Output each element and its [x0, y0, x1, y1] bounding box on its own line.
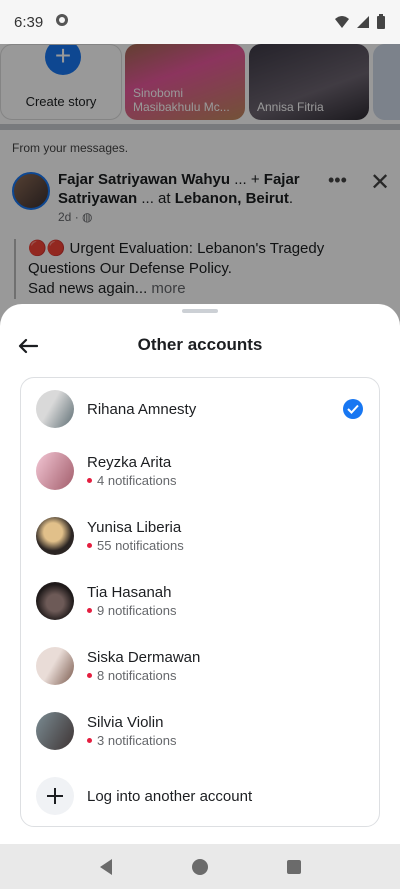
account-name: Rihana Amnesty [87, 400, 197, 418]
notification-text: 8 notifications [97, 667, 177, 683]
account-item[interactable]: Reyzka Arita 4 notifications [21, 443, 379, 499]
status-bar: 6:39 [0, 0, 400, 44]
accounts-list: Rihana Amnesty Reyzka Arita 4 notificati… [20, 377, 380, 827]
account-name: Siska Dermawan [87, 648, 201, 666]
nav-recents-icon[interactable] [286, 859, 302, 875]
notification-text: 55 notifications [97, 537, 184, 553]
nav-back-icon[interactable] [98, 858, 114, 876]
notification-text: 4 notifications [97, 472, 177, 488]
notification-count: 4 notifications [87, 472, 177, 490]
account-name: Yunisa Liberia [87, 518, 182, 536]
avatar [36, 582, 74, 620]
status-time: 6:39 [14, 13, 44, 31]
avatar [36, 452, 74, 490]
battery-icon [377, 14, 385, 29]
notification-count: 9 notifications [87, 602, 177, 620]
notification-text: 9 notifications [97, 602, 177, 618]
account-item[interactable]: Silvia Violin 3 notifications [21, 703, 379, 759]
notification-dot [87, 673, 92, 678]
plus-icon [36, 777, 74, 815]
account-name: Reyzka Arita [87, 453, 172, 471]
system-nav-bar [0, 844, 400, 889]
notification-dot [87, 543, 92, 548]
other-accounts-sheet: Other accounts Rihana Amnesty Reyzka Ari… [0, 304, 400, 844]
account-item[interactable]: Siska Dermawan 8 notifications [21, 638, 379, 694]
add-account-label: Log into another account [87, 787, 253, 805]
notification-text: 3 notifications [97, 732, 177, 748]
notification-dot [87, 478, 92, 483]
notification-dot [87, 608, 92, 613]
notification-count: 3 notifications [87, 732, 177, 750]
account-name: Silvia Violin [87, 713, 164, 731]
nav-home-icon[interactable] [191, 858, 209, 876]
account-item[interactable]: Tia Hasanah 9 notifications [21, 573, 379, 629]
sheet-title: Other accounts [137, 335, 263, 354]
notification-count: 8 notifications [87, 667, 200, 685]
avatar [36, 712, 74, 750]
add-account-button[interactable]: Log into another account [21, 768, 379, 824]
avatar [36, 390, 74, 428]
account-item[interactable]: Yunisa Liberia 55 notifications [21, 508, 379, 564]
status-icons [334, 14, 386, 30]
checkmark-icon [343, 399, 363, 419]
avatar [36, 647, 74, 685]
avatar [36, 517, 74, 555]
notification-dot [87, 738, 92, 743]
signal-icon [357, 16, 369, 28]
messenger-status-icon [55, 13, 69, 31]
drag-handle[interactable] [182, 309, 218, 313]
notification-count: 55 notifications [87, 537, 184, 555]
account-name: Tia Hasanah [87, 583, 172, 601]
wifi-icon [335, 16, 349, 28]
account-item[interactable]: Rihana Amnesty [21, 381, 379, 437]
